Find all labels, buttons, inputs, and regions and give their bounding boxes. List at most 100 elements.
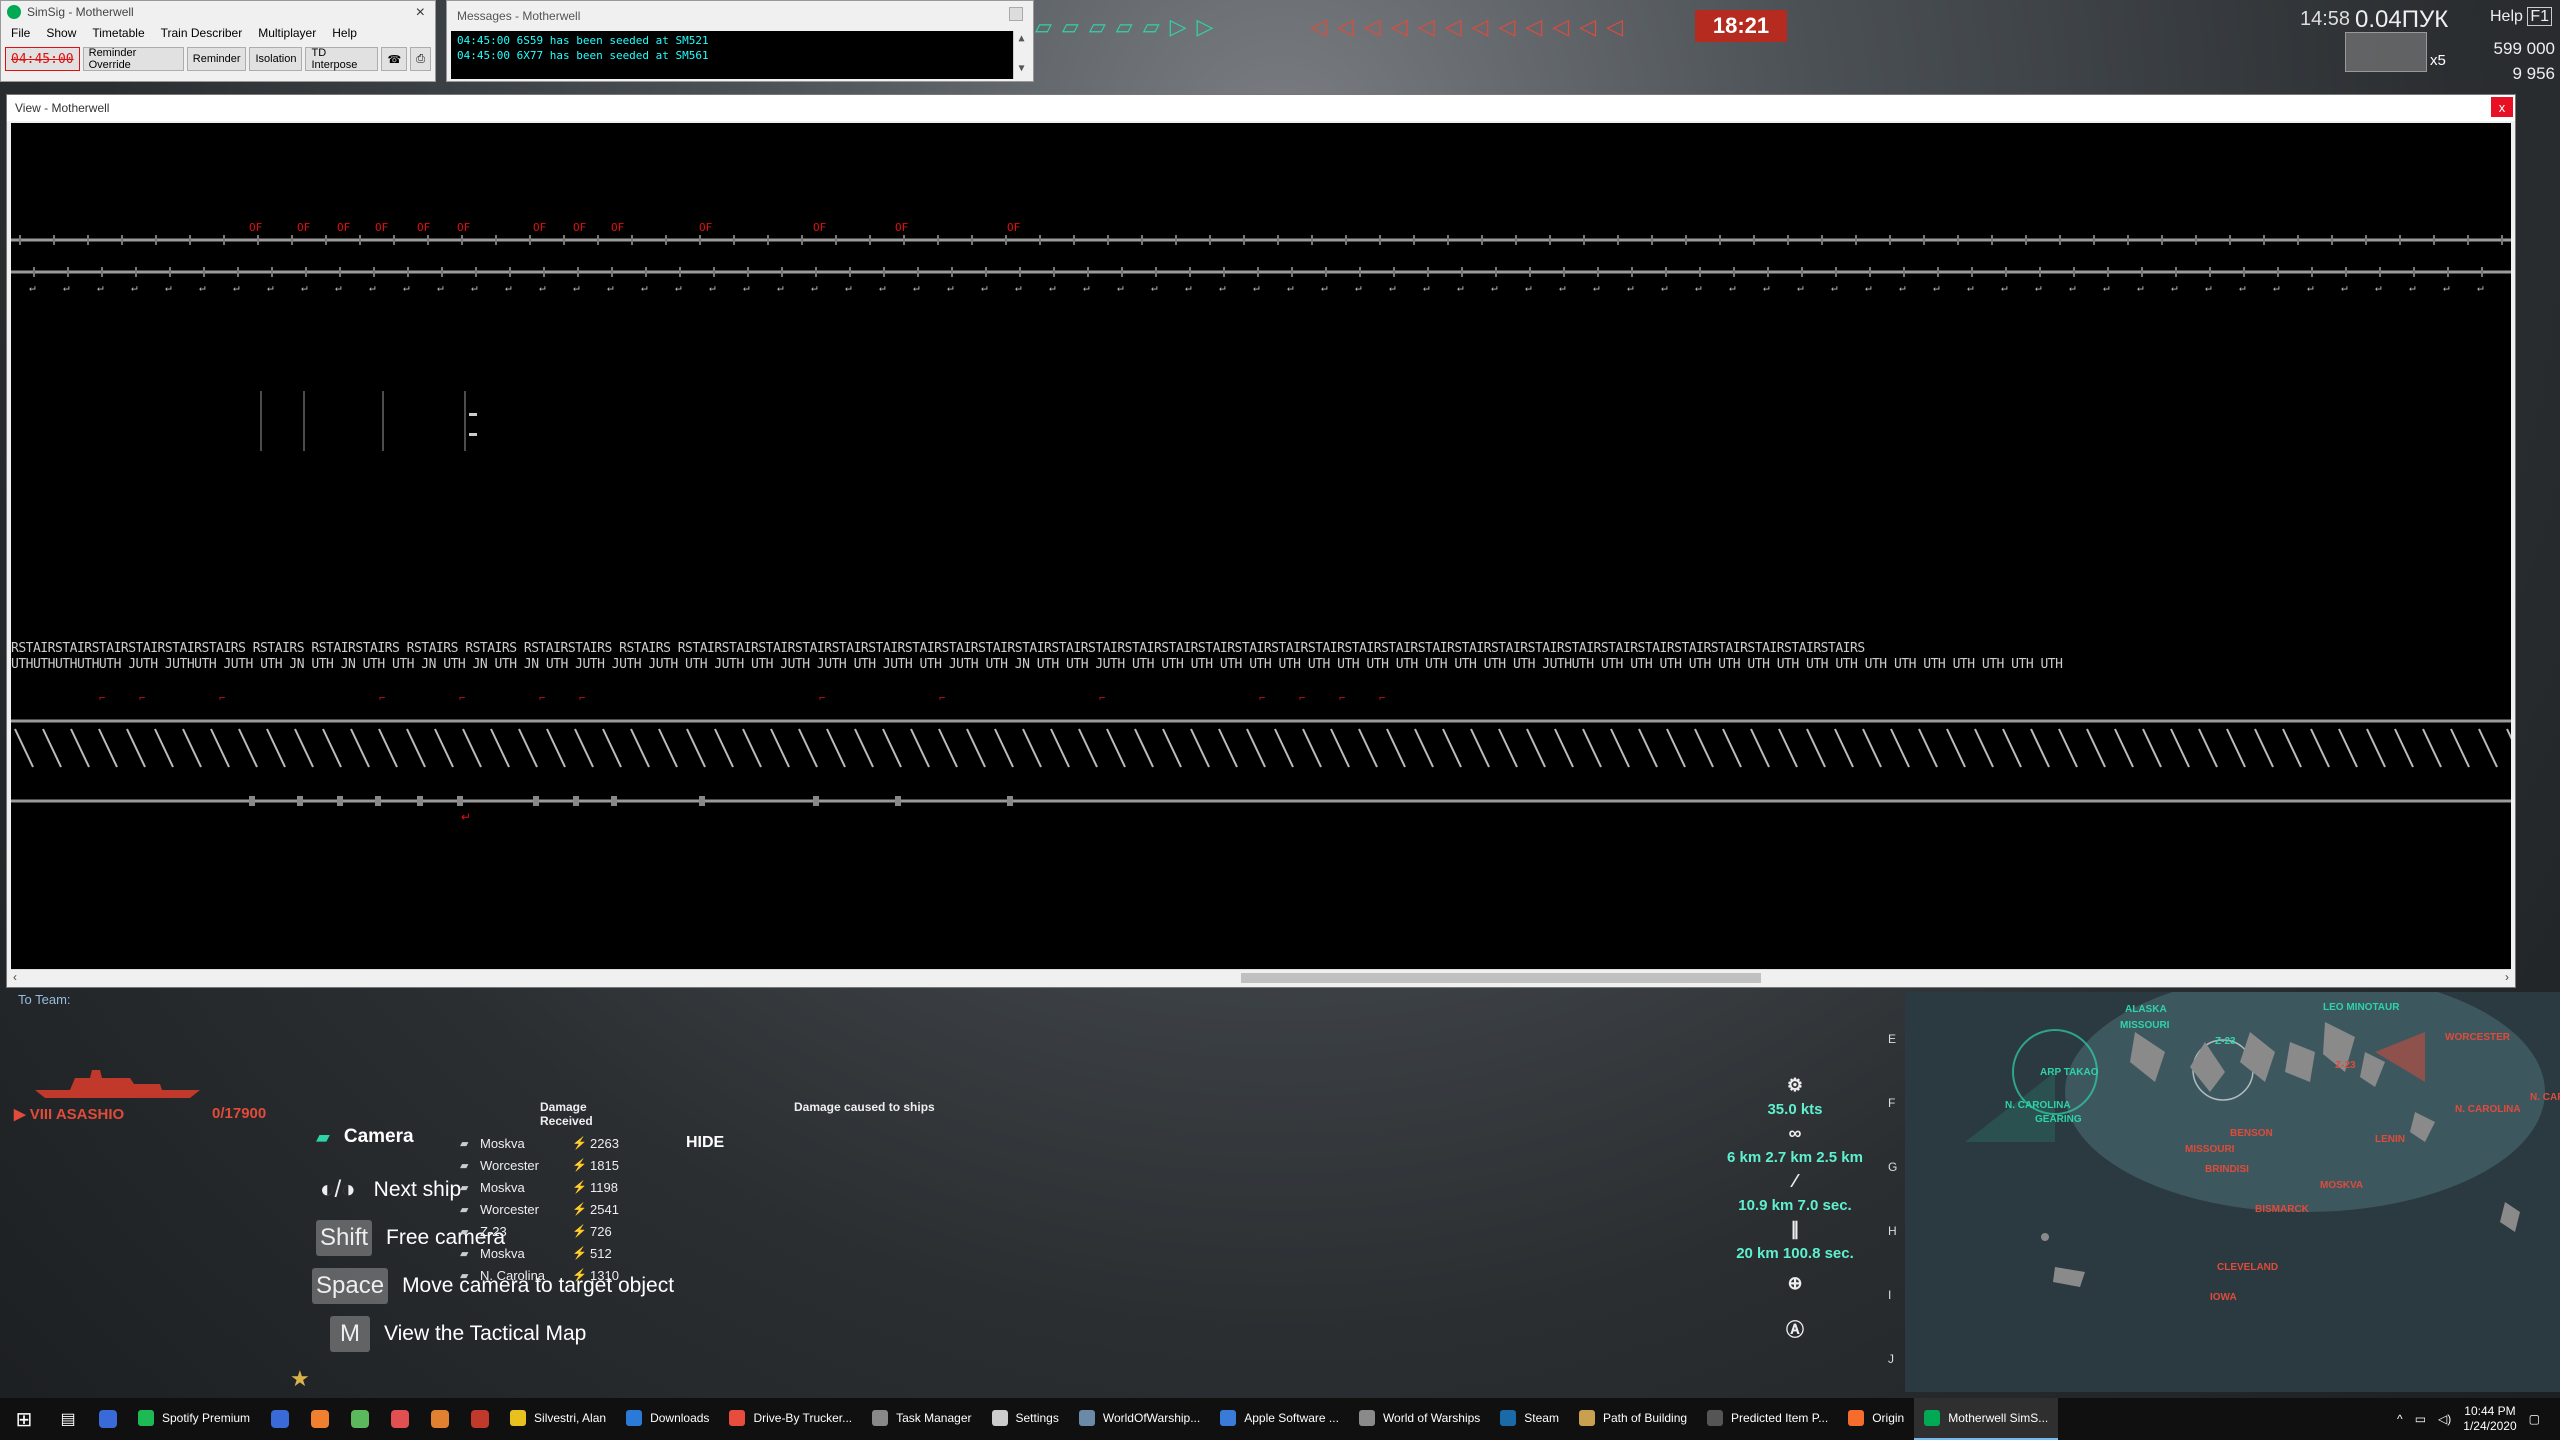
pinned-app-icon[interactable]: [380, 1398, 420, 1440]
siding-track: [323, 729, 341, 767]
messages-window: Messages - Motherwell 04:45:00 6S59 has …: [446, 0, 1034, 82]
taskbar-item[interactable]: Spotify Premium: [128, 1398, 260, 1440]
track-joint: [971, 235, 973, 245]
close-icon[interactable]: ×: [416, 4, 425, 22]
signalling-diagram[interactable]: ↵ ↵ ↵ ↵ ↵ ↵ ↵ ↵ ↵ ↵ ↵ ↵ ↵ ↵ ↵ ↵ ↵ ↵ ↵ ↵ ↵ ↵ ↵ ↵ ↵ ↵ ↵ ↵ ↵ ↵ ↵ ↵ ↵ ↵ ↵ ↵ ↵ ↵ ↵ ↵…: [11, 123, 2511, 969]
track-joint: [2073, 267, 2075, 277]
siding-track: [2395, 729, 2413, 767]
pinned-app-icon[interactable]: [420, 1398, 460, 1440]
pinned-app-icon[interactable]: [340, 1398, 380, 1440]
task-view-icon[interactable]: ▤: [48, 1398, 88, 1440]
track-joint: [2175, 267, 2177, 277]
pinned-app-icon[interactable]: [260, 1398, 300, 1440]
close-button[interactable]: x: [2491, 97, 2513, 117]
taskbar-item[interactable]: Apple Software ...: [1210, 1398, 1349, 1440]
siding-track: [295, 729, 313, 767]
menu-file[interactable]: File: [11, 26, 30, 40]
phone-icon[interactable]: ☎: [381, 47, 407, 71]
menu-timetable[interactable]: Timetable: [92, 26, 144, 40]
help-hint[interactable]: Help F1: [2490, 8, 2552, 26]
taskbar-item[interactable]: Drive-By Trucker...: [719, 1398, 862, 1440]
chat-to-team[interactable]: To Team:: [18, 992, 71, 1007]
shunt-signal-icon: ↵: [1899, 281, 1906, 294]
signal-red-icon: ⌐: [99, 692, 105, 704]
siding-track: [2283, 729, 2301, 767]
menu-multiplayer[interactable]: Multiplayer: [258, 26, 316, 40]
siding-track: [1639, 729, 1657, 767]
network-icon[interactable]: ▭: [2415, 1412, 2426, 1426]
taskbar-item[interactable]: Motherwell SimS...: [1914, 1398, 2058, 1440]
app-icon: [1500, 1410, 1516, 1426]
sim-clock-button[interactable]: 04:45:00: [5, 47, 80, 71]
view-titlebar[interactable]: View - Motherwell x: [7, 95, 2515, 121]
taskbar-item[interactable]: Path of Building: [1569, 1398, 1697, 1440]
pinned-app-icon[interactable]: [300, 1398, 340, 1440]
scroll-thumb[interactable]: [1241, 973, 1761, 983]
windows-taskbar: ⊞ ▤ Spotify Premium Silvestri, Alan Downlo…: [0, 1398, 2560, 1440]
taskbar-item[interactable]: Downloads: [616, 1398, 719, 1440]
vs-icon[interactable]: [88, 1398, 128, 1440]
minimap[interactable]: ALASKA MISSOURI LEO MINOTAUR ARP TAKAO N. CA…: [1905, 992, 2560, 1392]
messages-scrollbar[interactable]: ▲ ▼: [1013, 31, 1029, 79]
minimap-ally-label: LEO MINOTAUR: [2323, 1002, 2399, 1013]
shell-icon: ⚡: [572, 1202, 590, 1216]
shunt-signal-icon: ↵: [1831, 281, 1838, 294]
taskbar-item[interactable]: Origin: [1838, 1398, 1914, 1440]
notifications-icon[interactable]: ▢: [2529, 1412, 2540, 1426]
shunt-signal-icon: ↵: [2239, 281, 2246, 294]
taskbar-item[interactable]: Task Manager: [862, 1398, 981, 1440]
track-joint: [699, 235, 701, 245]
track-joint: [533, 796, 539, 806]
volume-icon[interactable]: ◁): [2438, 1412, 2451, 1426]
taskbar-item[interactable]: Settings: [982, 1398, 1069, 1440]
track-joint: [1651, 235, 1653, 245]
track-joint: [373, 267, 375, 277]
app-icon: [1924, 1410, 1940, 1426]
signal-red-icon: OF: [375, 221, 388, 234]
siding-track: [1471, 729, 1489, 767]
damage-row: ▰ Worcester ⚡ 2541: [460, 1198, 630, 1220]
track-joint: [203, 267, 205, 277]
messages-log[interactable]: 04:45:00 6S59 has been seeded at SM521 0…: [451, 31, 1029, 79]
menu-train-describer[interactable]: Train Describer: [161, 26, 243, 40]
siding-track: [1779, 729, 1797, 767]
menu-show[interactable]: Show: [46, 26, 76, 40]
track-joint: [1311, 235, 1313, 245]
print-icon[interactable]: ⎙: [410, 47, 431, 71]
track-joint: [2365, 235, 2367, 245]
reminder-button[interactable]: Reminder: [187, 47, 247, 71]
siding-track: [1331, 729, 1349, 767]
track-joint: [2005, 267, 2007, 277]
scroll-right-icon[interactable]: ›: [2505, 970, 2509, 984]
shunt-signal-icon: ↵: [1763, 281, 1770, 294]
tray-chevron-icon[interactable]: ^: [2397, 1412, 2403, 1426]
siding-track: [1583, 729, 1601, 767]
track-joint: [337, 796, 343, 806]
track-joint: [1277, 235, 1279, 245]
taskbar-item[interactable]: Steam: [1490, 1398, 1569, 1440]
pinned-app-icon[interactable]: [460, 1398, 500, 1440]
menu-help[interactable]: Help: [332, 26, 357, 40]
siding-track: [1695, 729, 1713, 767]
messages-titlebar[interactable]: Messages - Motherwell: [447, 1, 1033, 29]
windows-start-icon[interactable]: ⊞: [0, 1398, 48, 1440]
siding-track: [1359, 729, 1377, 767]
taskbar-item[interactable]: World of Warships: [1349, 1398, 1490, 1440]
close-icon[interactable]: [1009, 7, 1023, 21]
track-joint: [2413, 267, 2415, 277]
track-joint: [1379, 235, 1381, 245]
shell-icon: ⚡: [572, 1224, 590, 1238]
simsig-titlebar[interactable]: SimSig - Motherwell ×: [1, 1, 435, 23]
td-interpose-button[interactable]: TD Interpose: [305, 47, 378, 71]
signal-red-icon: ⌐: [939, 692, 945, 704]
scroll-left-icon[interactable]: ‹: [13, 970, 17, 984]
view-hscrollbar[interactable]: ‹ ›: [11, 969, 2511, 985]
taskbar-item[interactable]: Predicted Item P...: [1697, 1398, 1838, 1440]
track-joint: [393, 235, 395, 245]
taskbar-item[interactable]: Silvestri, Alan: [500, 1398, 616, 1440]
tray-clock[interactable]: 10:44 PM 1/24/2020: [2463, 1404, 2516, 1434]
taskbar-item[interactable]: WorldOfWarship...: [1069, 1398, 1210, 1440]
hide-button[interactable]: HIDE: [686, 1134, 724, 1152]
isolation-button[interactable]: Isolation: [249, 47, 302, 71]
reminder-override-button[interactable]: Reminder Override: [83, 47, 184, 71]
